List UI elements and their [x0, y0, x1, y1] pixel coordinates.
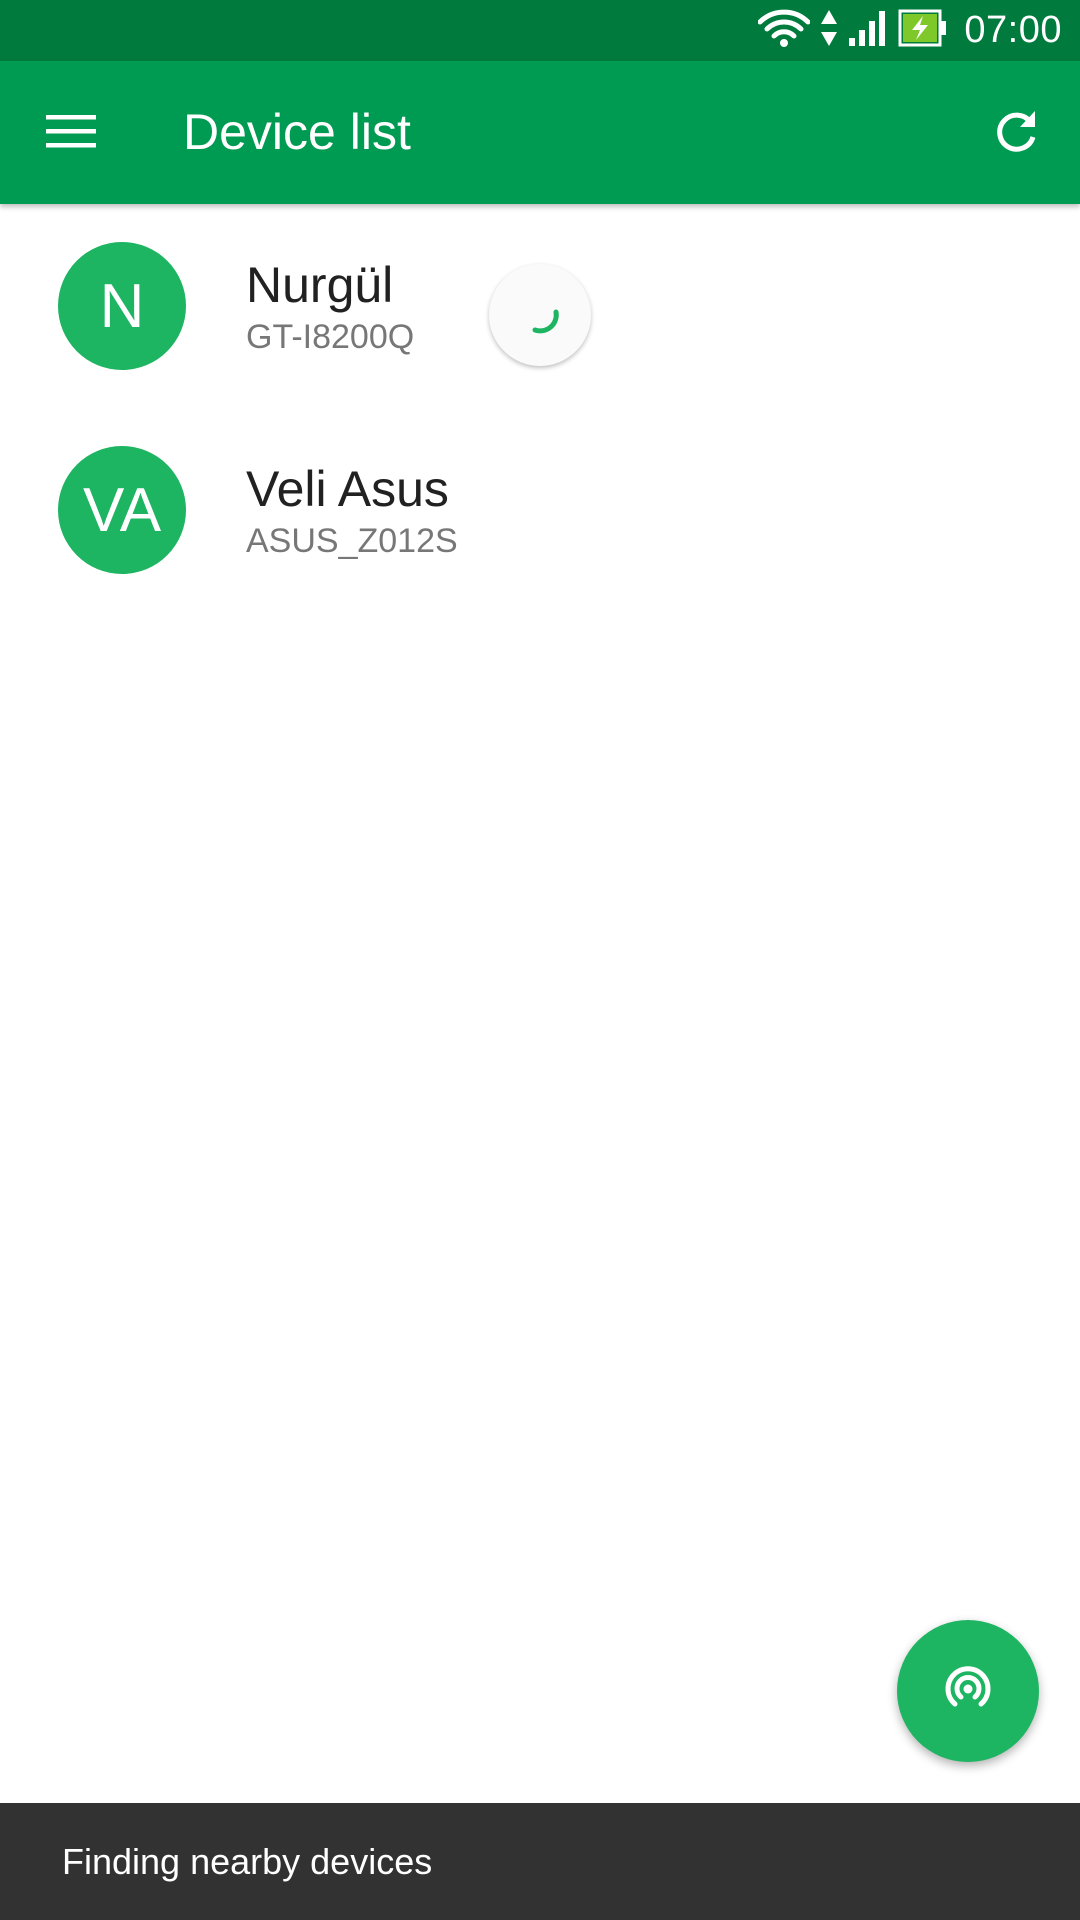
refresh-button[interactable] [972, 91, 1062, 175]
signal-icon [848, 8, 888, 53]
data-arrows-icon [820, 8, 838, 53]
device-model: ASUS_Z012S [246, 522, 458, 560]
device-item-veli-asus[interactable]: VA Veli Asus ASUS_Z012S [0, 408, 1080, 612]
device-name: Nurgül [246, 257, 394, 313]
refresh-icon [993, 107, 1041, 160]
device-item-nurgul[interactable]: N Nurgül GT-I8200Q [0, 204, 1080, 408]
page-title: Device list [183, 104, 411, 160]
device-list: N Nurgül GT-I8200Q VA Veli Asus ASUS_Z01… [0, 204, 1080, 612]
menu-button[interactable] [26, 91, 116, 175]
device-model: GT-I8200Q [246, 318, 415, 356]
battery-charging-icon [898, 9, 948, 52]
broadcast-fab-button[interactable] [897, 1620, 1039, 1762]
avatar: VA [58, 446, 186, 574]
wifi-icon [757, 8, 811, 53]
loading-spinner-icon [489, 264, 591, 366]
status-icons: 07:00 [757, 0, 1062, 61]
snackbar-message: Finding nearby devices [62, 1841, 433, 1882]
device-name: Veli Asus [246, 461, 449, 517]
status-time: 07:00 [964, 9, 1062, 51]
broadcast-icon [938, 1659, 998, 1724]
snackbar: Finding nearby devices [0, 1803, 1080, 1920]
avatar: N [58, 242, 186, 370]
app-bar: Device list [0, 61, 1080, 204]
menu-icon [46, 113, 96, 154]
status-bar: 07:00 [0, 0, 1080, 61]
